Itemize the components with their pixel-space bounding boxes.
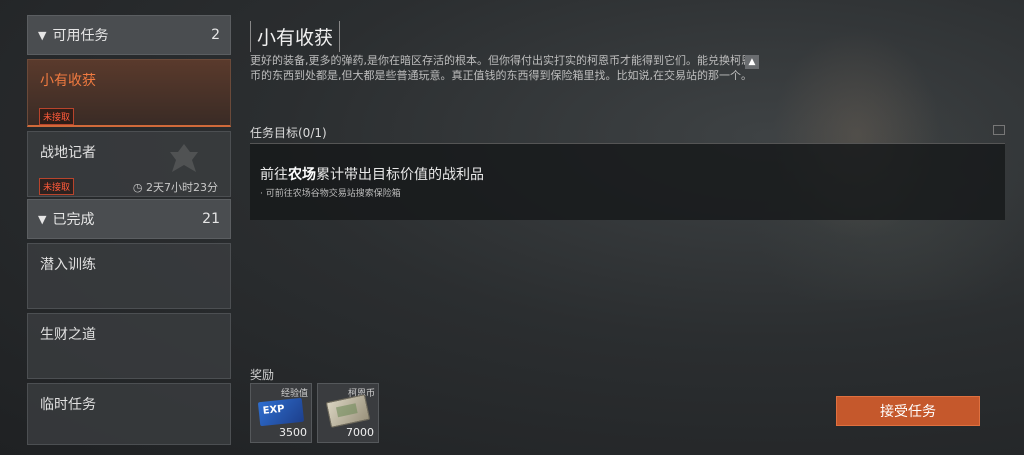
quest-detail-panel: 小有收获 更好的装备,更多的弹药,是你在暗区存活的根本。但你得付出实打实的柯恩币… [250, 15, 1005, 445]
quest-item-temporary-task[interactable]: 临时任务 [27, 383, 231, 445]
money-stack-icon [325, 394, 371, 428]
expand-corner-icon[interactable] [993, 125, 1005, 135]
objective-location: 农场 [288, 167, 316, 183]
objective-hint: · 可前往农场谷物交易站搜索保险箱 [260, 189, 401, 199]
quest-sidebar: ▼ 可用任务 2 小有收获 未接取 战地记者 未接取 ◷ 2天7小时23分 ▼ … [27, 15, 231, 445]
rewards-label: 奖励 [250, 368, 275, 382]
reward-exp[interactable]: 经验值 EXP 3500 [250, 383, 312, 443]
completed-quests-header[interactable]: ▼ 已完成 21 [27, 199, 231, 239]
quest-timer: ◷ 2天7小时23分 [133, 179, 218, 195]
available-quests-label: 可用任务 [52, 28, 109, 44]
status-badge: 未接取 [39, 178, 75, 195]
quest-name: 潜入训练 [40, 257, 96, 273]
clock-icon: ◷ [132, 181, 143, 194]
quest-name: 临时任务 [40, 397, 96, 413]
quest-item-infiltration-training[interactable]: 潜入训练 [27, 243, 231, 309]
objective-suffix: 累计带出目标价值的战利品 [316, 167, 484, 183]
available-quests-header[interactable]: ▼ 可用任务 2 [27, 15, 231, 55]
quest-item-war-correspondent[interactable]: 战地记者 未接取 ◷ 2天7小时23分 [27, 131, 231, 197]
reward-value: 7000 [346, 426, 374, 439]
quest-title: 小有收获 [250, 21, 341, 52]
chevron-down-icon: ▼ [38, 212, 47, 226]
quest-item-wealth-path[interactable]: 生财之道 [27, 313, 231, 379]
timer-text: 2天7小时23分 [146, 181, 218, 194]
quest-name: 小有收获 [40, 73, 96, 89]
accept-quest-button[interactable]: 接受任务 [836, 396, 980, 426]
faction-emblem-icon [170, 144, 198, 172]
quest-description: 更好的装备,更多的弹药,是你在暗区存活的根本。但你得付出实打实的柯恩币才能得到它… [250, 54, 752, 82]
completed-quests-count: 21 [202, 211, 220, 227]
quest-item-small-harvest[interactable]: 小有收获 未接取 [27, 59, 231, 127]
objective-text: 前往农场累计带出目标价值的战利品 [260, 164, 484, 184]
reward-name: 经验值 [280, 389, 308, 399]
reward-value: 3500 [279, 426, 307, 439]
quest-name: 生财之道 [40, 327, 96, 343]
exp-icon: EXP [257, 397, 305, 427]
objective-box: 前往农场累计带出目标价值的战利品 · 可前往农场谷物交易站搜索保险箱 [250, 143, 1005, 220]
available-quests-count: 2 [211, 27, 220, 43]
objective-prefix: 前往 [260, 167, 288, 183]
reward-koen-coin[interactable]: 柯恩币 7000 [317, 383, 379, 443]
status-badge: 未接取 [39, 108, 75, 125]
completed-quests-label: 已完成 [52, 212, 95, 228]
collapse-up-icon[interactable]: ▲ [745, 55, 759, 69]
chevron-down-icon: ▼ [38, 28, 47, 42]
objective-label: 任务目标(0/1) [250, 126, 327, 140]
